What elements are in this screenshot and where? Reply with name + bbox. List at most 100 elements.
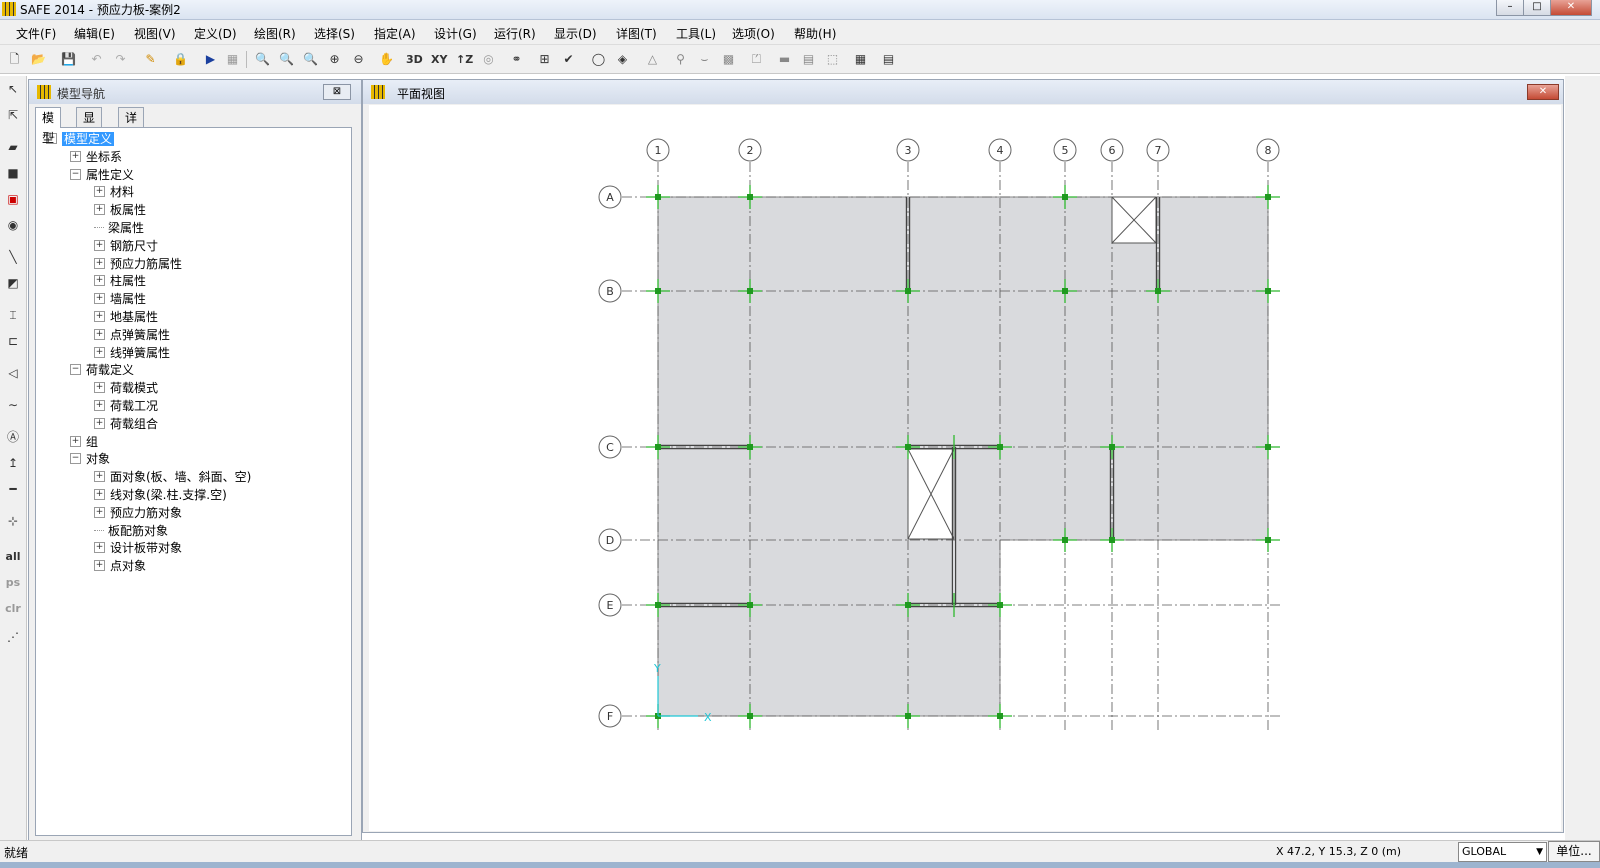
menu-edit[interactable]: 编辑(E): [74, 25, 115, 42]
undo-icon[interactable]: ↶: [88, 51, 105, 68]
dimension-icon[interactable]: ↥: [4, 454, 22, 472]
tree-item[interactable]: − 对象: [70, 450, 110, 467]
tree-item[interactable]: + 设计板带对象: [94, 539, 182, 556]
expand-icon[interactable]: +: [70, 150, 81, 162]
collapse-icon[interactable]: −: [70, 168, 81, 180]
menu-select[interactable]: 选择(S): [314, 25, 355, 42]
rotate-view-icon[interactable]: ◎: [480, 51, 497, 68]
tree-item[interactable]: + 钢筋尺寸: [94, 237, 158, 254]
tab-detailing[interactable]: 详图: [118, 107, 145, 145]
tree-item[interactable]: + 点对象: [94, 557, 146, 574]
tree-item[interactable]: + 材料: [94, 183, 134, 200]
collapse-icon[interactable]: −: [70, 453, 81, 465]
expand-icon[interactable]: +: [94, 239, 105, 251]
view-xy-button[interactable]: XY: [431, 51, 447, 68]
expand-icon[interactable]: +: [70, 435, 81, 447]
select-all-button[interactable]: all: [4, 548, 22, 566]
view-3d-button[interactable]: 3D: [406, 51, 423, 68]
draw-beam-icon[interactable]: ◩: [4, 274, 22, 292]
draw-tendon-icon[interactable]: ◁: [4, 364, 22, 382]
tree-item[interactable]: + 荷载工况: [94, 397, 158, 414]
menu-run[interactable]: 运行(R): [494, 25, 536, 42]
pencil-icon[interactable]: ✎: [142, 51, 159, 68]
plan-drawing[interactable]: 1 2 3 4 5 6 7 8 A B C D E F X Y: [369, 105, 1561, 831]
tree-item[interactable]: + 点弹簧属性: [94, 326, 170, 343]
tree-item[interactable]: −模型定义: [46, 130, 115, 147]
expand-icon[interactable]: +: [94, 471, 105, 483]
snap-icon[interactable]: ⊹: [4, 512, 22, 530]
check-icon[interactable]: ✔: [560, 51, 577, 68]
tree-item[interactable]: + 荷载组合: [94, 415, 158, 432]
tree-item[interactable]: + 荷载模式: [94, 379, 158, 396]
expand-icon[interactable]: +: [94, 204, 105, 216]
expand-icon[interactable]: +: [94, 400, 105, 411]
zoom-out-icon[interactable]: ⊖: [350, 51, 367, 68]
slab-display-icon[interactable]: ⏍: [748, 51, 765, 68]
tree-item[interactable]: + 柱属性: [94, 272, 146, 289]
coordinate-system-select[interactable]: GLOBAL ▼: [1458, 842, 1547, 862]
triangle-icon[interactable]: △: [644, 51, 661, 68]
tendon-display-icon[interactable]: ▤: [800, 51, 817, 68]
perspective-glasses-icon[interactable]: ⚭: [508, 51, 525, 68]
expand-icon[interactable]: +: [94, 382, 105, 394]
menu-define[interactable]: 定义(D): [194, 25, 237, 42]
expand-icon[interactable]: +: [94, 489, 105, 500]
expand-icon[interactable]: +: [94, 417, 105, 429]
horizontal-line-icon[interactable]: ━: [4, 480, 22, 498]
menu-help[interactable]: 帮助(H): [794, 25, 836, 42]
tree-item[interactable]: + 预应力筋属性: [94, 255, 182, 272]
menu-draw[interactable]: 绘图(R): [254, 25, 296, 42]
expand-icon[interactable]: +: [94, 560, 105, 572]
menu-assign[interactable]: 指定(A): [374, 25, 416, 42]
tree-item[interactable]: + 墙属性: [94, 290, 146, 307]
expand-icon[interactable]: +: [94, 293, 105, 305]
point-load-icon[interactable]: ◈: [614, 51, 631, 68]
deformed-shape-icon[interactable]: ⌣: [696, 51, 713, 68]
annotation-icon[interactable]: Ⓐ: [4, 428, 22, 446]
tab-display[interactable]: 显示: [76, 107, 103, 145]
new-file-icon[interactable]: 🗋: [6, 51, 23, 68]
tree-item[interactable]: + 地基属性: [94, 308, 158, 325]
clear-selection-button[interactable]: clr: [4, 600, 22, 618]
grid-display-icon[interactable]: ▩: [720, 51, 737, 68]
draw-slab-icon[interactable]: ▰: [4, 138, 22, 156]
intersect-select-icon[interactable]: ⋰: [4, 628, 22, 646]
reshape-icon[interactable]: ⇱: [4, 106, 22, 124]
menu-detailing[interactable]: 详图(T): [616, 25, 657, 42]
tree-item[interactable]: + 预应力筋对象: [94, 504, 182, 521]
expand-icon[interactable]: +: [94, 311, 105, 322]
expand-icon[interactable]: +: [94, 346, 105, 358]
pointer-icon[interactable]: ↖: [4, 80, 22, 98]
select-options-icon[interactable]: ⊞: [536, 51, 553, 68]
menu-design[interactable]: 设计(G): [434, 25, 477, 42]
tree-item[interactable]: + 板属性: [94, 201, 146, 218]
strip-display-icon[interactable]: ▬: [776, 51, 793, 68]
tree-item[interactable]: 梁属性: [94, 219, 144, 236]
zoom-in-icon[interactable]: ⊕: [326, 51, 343, 68]
expand-icon[interactable]: +: [94, 257, 105, 269]
frame-icon[interactable]: ▦: [224, 51, 241, 68]
tree-item[interactable]: − 荷载定义: [70, 361, 134, 378]
tree-item[interactable]: + 线弹簧属性: [94, 344, 170, 361]
expand-icon[interactable]: +: [94, 186, 105, 198]
expand-icon[interactable]: +: [94, 328, 105, 340]
menu-file[interactable]: 文件(F): [16, 25, 56, 42]
draw-curve-icon[interactable]: ∼: [4, 396, 22, 414]
menu-tools[interactable]: 工具(L): [676, 25, 716, 42]
expand-icon[interactable]: +: [94, 275, 105, 287]
save-icon[interactable]: 💾: [60, 51, 77, 68]
tab-model[interactable]: 模型: [35, 107, 62, 145]
draw-line-icon[interactable]: ╲: [4, 248, 22, 266]
dashed-select-icon[interactable]: ⬚: [824, 51, 841, 68]
run-analysis-icon[interactable]: ▶: [202, 51, 219, 68]
tables-icon[interactable]: ▤: [880, 51, 897, 68]
open-folder-icon[interactable]: 📂: [30, 51, 47, 68]
expand-icon[interactable]: +: [94, 506, 105, 518]
zoom-previous-icon[interactable]: 🔍: [302, 51, 319, 68]
table-grid-icon[interactable]: ▦: [852, 51, 869, 68]
menu-display[interactable]: 显示(D): [554, 25, 597, 42]
draw-strip-icon[interactable]: ⊏: [4, 332, 22, 350]
pan-hand-icon[interactable]: ✋: [378, 51, 395, 68]
expand-icon[interactable]: +: [94, 542, 105, 554]
redo-icon[interactable]: ↷: [112, 51, 129, 68]
